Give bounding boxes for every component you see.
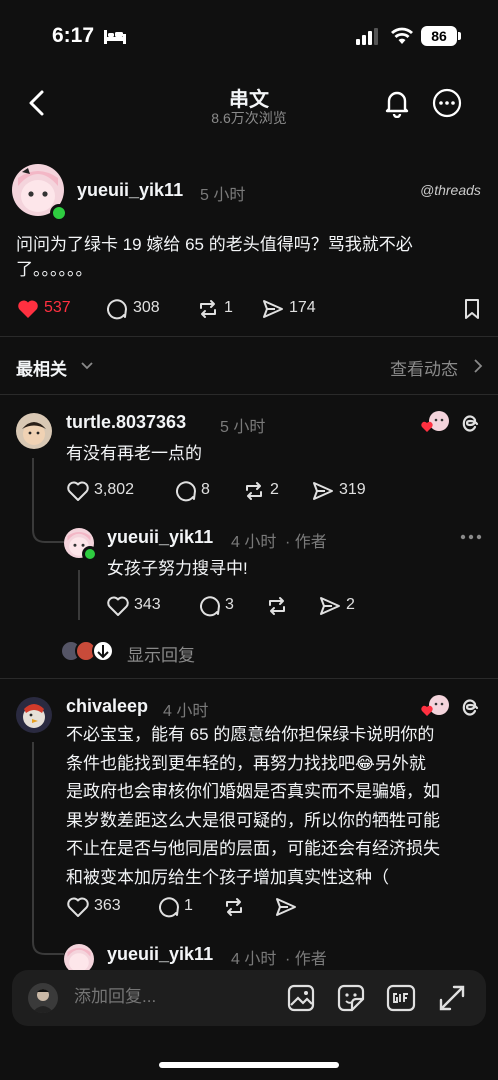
home-indicator [159, 1062, 339, 1068]
gif-icon[interactable] [386, 983, 416, 1013]
repost-icon[interactable] [196, 297, 220, 321]
commenter-avatar[interactable] [16, 413, 52, 449]
battery-level: 86 [421, 26, 457, 46]
comment-icon[interactable] [173, 479, 197, 503]
post-share-count: 174 [289, 299, 316, 316]
thread-connector [32, 458, 64, 543]
share-icon[interactable] [261, 297, 285, 321]
post-text-line-2: 了。。。。。。 [16, 260, 93, 279]
author-liked-badge-icon [421, 411, 449, 432]
heart-filled-icon[interactable] [16, 297, 40, 321]
comment-text: 不必宝宝，能有 65 的愿意给你担保绿卡说明你的 条件也能找到更年轻的，再努力找… [66, 721, 491, 892]
chevron-down-icon[interactable] [80, 359, 94, 373]
author-liked-badge-icon [421, 695, 449, 716]
heart-icon[interactable] [106, 594, 130, 618]
post-author-name[interactable]: yueuii_yik11 [77, 180, 183, 201]
notification-bell-icon[interactable] [382, 88, 412, 118]
comment-text-line: 不必宝宝，能有 65 的愿意给你担保绿卡说明你的 [66, 725, 435, 744]
share-icon[interactable] [311, 479, 335, 503]
current-user-avatar [28, 983, 58, 1013]
expand-icon[interactable] [437, 983, 467, 1013]
reply-like-count: 343 [134, 596, 161, 613]
comment-share-count: 319 [339, 481, 366, 498]
post-time: 5 小时 [200, 187, 246, 204]
threads-icon[interactable] [458, 695, 482, 719]
heart-icon[interactable] [66, 479, 90, 503]
comment-text: 有没有再老一点的 [66, 444, 202, 463]
show-replies-link[interactable]: 显示回复 [127, 641, 195, 666]
heart-icon[interactable] [66, 895, 90, 919]
chevron-right-icon[interactable] [472, 358, 484, 374]
section-divider [0, 336, 498, 337]
online-status-dot [50, 204, 68, 222]
reply-thread-line [78, 570, 80, 620]
reply-input[interactable] [72, 986, 226, 1008]
reply-author-name[interactable]: yueuii_yik11 [107, 527, 213, 548]
commenter-name[interactable]: turtle.8037363 [66, 412, 186, 433]
comment-repost-count: 2 [270, 481, 279, 498]
comment-text-line: 和被变本加厉给生个孩子增加真实性这种（ [66, 867, 389, 887]
comment-text-line: 果岁数差距这么大是很可疑的，所以你的牺牲可能 [66, 810, 440, 830]
comment-icon[interactable] [197, 594, 221, 618]
reply-share-count: 2 [346, 596, 355, 613]
sleep-focus-icon [104, 30, 126, 44]
view-count: 8.6万次浏览 [211, 110, 287, 126]
share-icon[interactable] [274, 895, 298, 919]
comment-reply-count: 1 [184, 897, 193, 914]
reply-author-name[interactable]: yueuii_yik11 [107, 944, 213, 965]
post-comment-count: 308 [133, 299, 160, 316]
post-text-line-1: 问问为了绿卡 19 嫁给 65 的老头值得吗？骂我就不必 [16, 235, 413, 254]
wifi-icon [391, 27, 413, 44]
section-divider [0, 394, 498, 395]
comment-text-line: 是政府也会审核你们婚姻是否真实而不是骗婚，如 [66, 782, 440, 801]
threads-logo-icon: @ [420, 182, 435, 198]
more-options-icon[interactable] [432, 88, 462, 118]
commenter-name[interactable]: chivaleep [66, 696, 148, 717]
bookmark-icon[interactable] [460, 297, 484, 321]
share-icon[interactable] [318, 594, 342, 618]
view-activity-link[interactable]: 查看动态 [390, 355, 458, 380]
comment-icon[interactable] [104, 297, 128, 321]
comment-time: 4 小时 [163, 703, 209, 720]
comment-like-count: 363 [94, 897, 121, 914]
threads-brand-text: threads [434, 182, 481, 198]
replier-avatars-stack[interactable] [60, 640, 116, 662]
cellular-signal-icon [356, 28, 378, 45]
post-like-count: 537 [44, 299, 71, 316]
battery-tip [458, 32, 461, 40]
repost-icon[interactable] [242, 479, 266, 503]
threads-brand-logo: @threads [420, 182, 481, 198]
online-status-dot [82, 546, 98, 562]
more-options-icon[interactable] [460, 534, 482, 540]
status-time: 6:17 [52, 24, 95, 47]
threads-icon[interactable] [458, 411, 482, 435]
image-attach-icon[interactable] [286, 983, 316, 1013]
commenter-avatar[interactable] [16, 697, 52, 733]
comment-reply-count: 8 [201, 481, 210, 498]
sticker-icon[interactable] [336, 983, 366, 1013]
author-tag: · 作者 [285, 951, 327, 968]
comment-text-line: 不止在是否与他同居的层面，可能还会有经济损失 [66, 839, 440, 858]
post-text: 问问为了绿卡 19 嫁给 65 的老头值得吗？骂我就不必 了。。。。。。 [16, 232, 486, 282]
reply-comment-count: 3 [225, 596, 234, 613]
post-repost-count: 1 [224, 299, 233, 316]
reply-time: 4 小时 [231, 951, 277, 968]
comment-like-count: 3,802 [94, 481, 135, 498]
thread-connector [32, 742, 64, 955]
reply-text: 女孩子努力搜寻中! [107, 559, 248, 578]
section-divider [0, 678, 498, 679]
comment-icon[interactable] [156, 895, 180, 919]
comment-text-line: 条件也能找到更年轻的，再努力找找吧😂另外就 [66, 753, 426, 773]
comment-time: 5 小时 [220, 419, 266, 436]
repost-icon[interactable] [265, 594, 289, 618]
repost-icon[interactable] [222, 895, 246, 919]
sort-selector[interactable]: 最相关 [16, 355, 67, 380]
reply-time: 4 小时 [231, 534, 277, 551]
author-tag: · 作者 [285, 534, 327, 551]
